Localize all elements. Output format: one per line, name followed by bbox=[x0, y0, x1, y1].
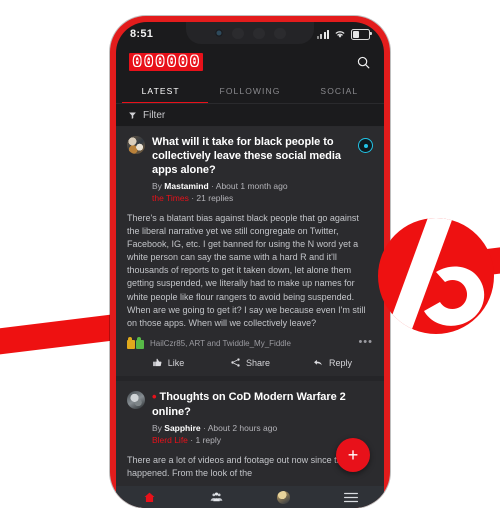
reaction-icons bbox=[127, 336, 144, 349]
post-author[interactable]: Sapphire bbox=[164, 423, 200, 433]
reply-arrow-icon bbox=[314, 360, 322, 366]
create-post-button[interactable]: + bbox=[336, 438, 370, 472]
post-actions: Like Share Reply bbox=[127, 357, 373, 368]
post-title[interactable]: • Thoughts on CoD Modern Warfare 2 onlin… bbox=[152, 390, 373, 418]
tab-following[interactable]: FOLLOWING bbox=[205, 78, 294, 104]
phone-screen: 8:51 0 0 0 0 0 0 LATEST FOLLOWING SOCIAL… bbox=[116, 22, 384, 508]
post-feed[interactable]: What will it take for black people to co… bbox=[116, 126, 384, 486]
post-title-text: Thoughts on CoD Modern Warfare 2 online? bbox=[152, 391, 346, 418]
post-meta: By Sapphire · About 2 hours ago Blerd Li… bbox=[152, 423, 373, 445]
logo-digit: 0 bbox=[167, 54, 176, 70]
bottom-navigation bbox=[116, 486, 384, 508]
post-category[interactable]: the Times bbox=[152, 193, 189, 203]
status-bar: 8:51 bbox=[116, 22, 384, 46]
wifi-icon bbox=[335, 31, 345, 38]
menu-hamburger-icon bbox=[343, 492, 358, 502]
nav-home[interactable] bbox=[116, 491, 183, 504]
post-subline: the Times · 21 replies bbox=[152, 193, 373, 203]
eye-icon[interactable] bbox=[358, 138, 373, 153]
logo-digit: 0 bbox=[190, 54, 199, 70]
share-label: Share bbox=[245, 357, 271, 368]
post-time: · About 1 month ago bbox=[211, 181, 288, 192]
like-label: Like bbox=[167, 357, 185, 368]
post-replies: · 1 reply bbox=[190, 434, 222, 445]
post-card[interactable]: What will it take for black people to co… bbox=[116, 126, 384, 377]
nav-groups[interactable] bbox=[183, 491, 250, 503]
thumbs-up-icon bbox=[136, 336, 144, 349]
logo-digit: 0 bbox=[133, 54, 142, 70]
byline-prefix: By bbox=[152, 422, 165, 433]
share-icon bbox=[231, 358, 240, 368]
reply-label: Reply bbox=[328, 357, 352, 368]
status-time: 8:51 bbox=[130, 28, 154, 40]
home-icon bbox=[144, 492, 155, 502]
post-time: · About 2 hours ago bbox=[203, 422, 278, 433]
filter-label: Filter bbox=[143, 109, 166, 121]
post-category[interactable]: Blerd Life bbox=[152, 435, 188, 445]
post-card[interactable]: • Thoughts on CoD Modern Warfare 2 onlin… bbox=[116, 381, 384, 486]
status-indicators bbox=[316, 28, 372, 40]
post-header: What will it take for black people to co… bbox=[127, 135, 373, 177]
post-byline: By Mastamind · About 1 month ago bbox=[152, 181, 373, 191]
logo-digit: 0 bbox=[178, 54, 188, 70]
post-author[interactable]: Mastamind bbox=[164, 181, 208, 191]
thumbs-up-icon bbox=[127, 336, 135, 349]
search-icon[interactable] bbox=[356, 55, 371, 70]
filter-bar[interactable]: Filter bbox=[116, 104, 384, 127]
thumbs-up-icon bbox=[152, 359, 162, 367]
tab-social[interactable]: SOCIAL bbox=[295, 78, 384, 104]
nav-profile[interactable] bbox=[250, 490, 317, 504]
more-options-icon[interactable]: ••• bbox=[358, 336, 373, 346]
b-logo-icon bbox=[378, 218, 494, 334]
like-button[interactable]: Like bbox=[127, 357, 209, 368]
phone-frame: 8:51 0 0 0 0 0 0 LATEST FOLLOWING SOCIAL… bbox=[110, 16, 390, 508]
logo-digit: 0 bbox=[155, 54, 165, 70]
tab-bar: LATEST FOLLOWING SOCIAL bbox=[116, 78, 384, 104]
avatar[interactable] bbox=[127, 391, 145, 410]
groups-icon bbox=[210, 492, 223, 502]
byline-prefix: By bbox=[152, 181, 165, 192]
signal-bars-icon bbox=[316, 29, 329, 39]
battery-icon bbox=[351, 28, 372, 40]
funnel-icon bbox=[129, 112, 136, 119]
post-title[interactable]: What will it take for black people to co… bbox=[152, 135, 351, 177]
post-byline: By Sapphire · About 2 hours ago bbox=[152, 423, 373, 433]
screenshot-stage: 8:51 0 0 0 0 0 0 LATEST FOLLOWING SOCIAL… bbox=[0, 0, 500, 508]
app-logo[interactable]: 0 0 0 0 0 0 bbox=[129, 53, 203, 71]
avatar[interactable] bbox=[127, 136, 145, 154]
reaction-names[interactable]: HailCzr85, ART and Twiddle_My_Fiddle bbox=[150, 339, 352, 350]
app-header: 0 0 0 0 0 0 bbox=[116, 46, 384, 78]
profile-avatar-icon bbox=[277, 490, 290, 504]
reply-button[interactable]: Reply bbox=[291, 357, 373, 368]
unread-dot-icon: • bbox=[152, 389, 157, 405]
logo-digit: 0 bbox=[144, 54, 153, 70]
tab-latest[interactable]: LATEST bbox=[116, 78, 205, 104]
post-header: • Thoughts on CoD Modern Warfare 2 onlin… bbox=[127, 390, 373, 418]
post-body: There's a blatant bias against black peo… bbox=[127, 213, 366, 328]
post-replies: · 21 replies bbox=[191, 193, 234, 204]
post-meta: By Mastamind · About 1 month ago the Tim… bbox=[152, 181, 373, 203]
nav-menu[interactable] bbox=[317, 492, 384, 503]
share-button[interactable]: Share bbox=[209, 357, 291, 368]
post-reactions: HailCzr85, ART and Twiddle_My_Fiddle ••• bbox=[127, 336, 373, 350]
